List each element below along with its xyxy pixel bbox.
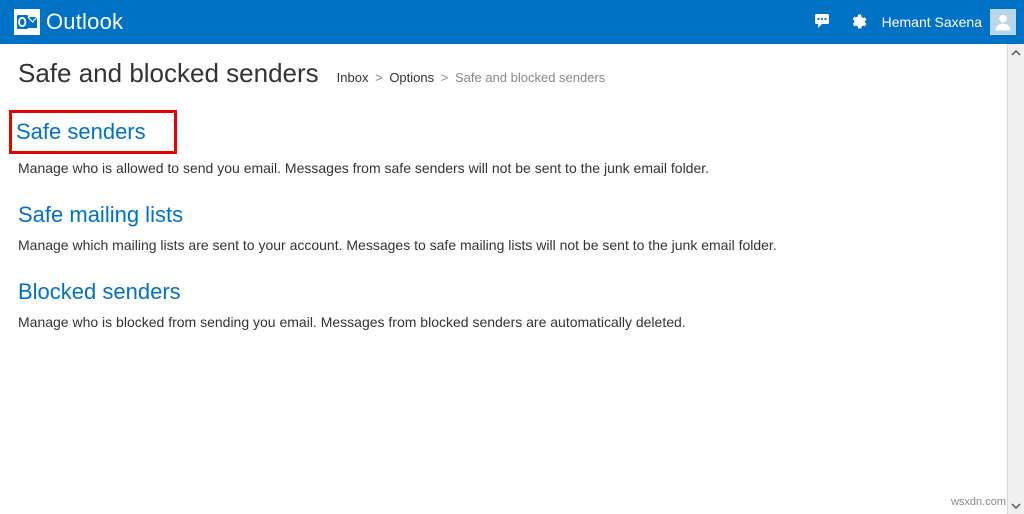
breadcrumb-options[interactable]: Options	[389, 70, 434, 85]
vertical-scrollbar[interactable]	[1007, 44, 1024, 514]
scroll-up-icon[interactable]	[1008, 44, 1024, 61]
chat-icon[interactable]	[814, 12, 834, 32]
user-menu[interactable]: Hemant Saxena	[882, 9, 1016, 35]
page-title: Safe and blocked senders	[18, 58, 319, 89]
app-header: Outlook Hemant Saxena	[0, 0, 1024, 44]
title-row: Safe and blocked senders Inbox > Options…	[18, 58, 1007, 89]
header-left: Outlook	[14, 9, 123, 35]
section-blocked-senders: Blocked senders Manage who is blocked fr…	[18, 279, 1007, 332]
breadcrumb-sep-icon: >	[441, 70, 449, 85]
user-name-label: Hemant Saxena	[882, 14, 982, 30]
blocked-senders-link[interactable]: Blocked senders	[18, 279, 181, 305]
watermark-label: wsxdn.com	[951, 496, 1006, 508]
safe-mailing-lists-link[interactable]: Safe mailing lists	[18, 202, 183, 228]
breadcrumb-current: Safe and blocked senders	[455, 70, 605, 85]
section-safe-senders: Safe senders Manage who is allowed to se…	[18, 113, 1007, 178]
header-right: Hemant Saxena	[814, 9, 1016, 35]
breadcrumb-inbox[interactable]: Inbox	[337, 70, 369, 85]
gear-icon[interactable]	[848, 12, 868, 32]
breadcrumb-sep-icon: >	[375, 70, 383, 85]
breadcrumb: Inbox > Options > Safe and blocked sende…	[337, 70, 606, 85]
safe-mailing-lists-desc: Manage which mailing lists are sent to y…	[18, 236, 1007, 255]
scroll-down-icon[interactable]	[1008, 497, 1024, 514]
outlook-logo-icon[interactable]	[14, 9, 40, 35]
brand-label: Outlook	[46, 9, 123, 35]
safe-senders-desc: Manage who is allowed to send you email.…	[18, 159, 1007, 178]
section-safe-mailing-lists: Safe mailing lists Manage which mailing …	[18, 202, 1007, 255]
content-area: Safe and blocked senders Inbox > Options…	[0, 44, 1007, 514]
blocked-senders-desc: Manage who is blocked from sending you e…	[18, 313, 1007, 332]
safe-senders-link[interactable]: Safe senders	[12, 113, 174, 151]
avatar-icon	[990, 9, 1016, 35]
